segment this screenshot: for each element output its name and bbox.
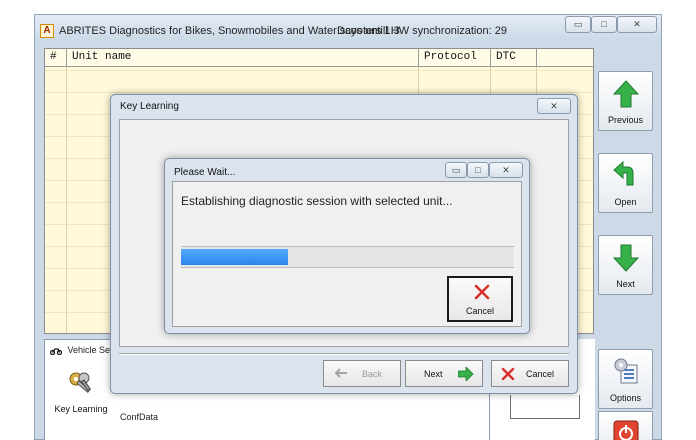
divider [119, 353, 569, 355]
open-label: Open [614, 197, 637, 207]
please-wait-minimize-button[interactable]: ▭ [445, 162, 467, 178]
table-header: # Unit name Protocol DTC [45, 49, 593, 67]
please-wait-dialog: Please Wait... ▭ □ ✕ Establishing diagno… [164, 158, 530, 334]
cancel-label: Cancel [526, 369, 555, 379]
options-button[interactable]: Options [598, 349, 653, 409]
open-arrow-icon [613, 161, 634, 186]
next-button[interactable]: Next [405, 360, 483, 387]
keys-icon [69, 372, 92, 394]
column-header-unit-name[interactable]: Unit name [67, 49, 419, 66]
please-wait-body: Establishing diagnostic session with sel… [172, 181, 522, 327]
column-divider [66, 67, 67, 333]
next-side-label: Next [616, 279, 635, 289]
progress-bar [181, 246, 514, 268]
cancel-x-icon [501, 367, 515, 381]
progress-fill [181, 249, 288, 265]
back-arrow-icon [334, 368, 347, 378]
options-label: Options [609, 393, 642, 403]
arrow-up-icon [613, 80, 639, 108]
key-learning-title: Key Learning [120, 101, 179, 112]
cancel-x-icon [474, 284, 490, 300]
cancel-button[interactable]: Cancel [491, 360, 569, 387]
key-learning-item[interactable]: Key Learning [50, 370, 112, 420]
maximize-button[interactable]: □ [591, 16, 617, 33]
please-wait-cancel-label: Cancel [465, 306, 494, 316]
power-button[interactable] [598, 411, 653, 440]
sync-status: Days untill HW synchronization: 29 [337, 25, 507, 37]
status-message: Establishing diagnostic session with sel… [181, 194, 453, 208]
motorcycle-icon [49, 348, 63, 355]
please-wait-title: Please Wait... [174, 167, 236, 178]
key-learning-label: Key Learning [54, 404, 108, 414]
please-wait-cancel-button[interactable]: Cancel [447, 276, 513, 322]
minimize-button[interactable]: ▭ [565, 16, 591, 33]
back-button[interactable]: Back [323, 360, 401, 387]
arrow-down-icon [613, 244, 639, 272]
close-button[interactable]: ✕ [617, 16, 657, 33]
key-learning-close-button[interactable]: ✕ [537, 98, 571, 114]
please-wait-maximize-button[interactable]: □ [467, 162, 489, 178]
back-label: Back [362, 369, 383, 379]
next-label: Next [424, 369, 443, 379]
previous-button[interactable]: Previous [598, 71, 653, 131]
confdata-label: ConfData [120, 412, 159, 422]
please-wait-close-button[interactable]: ✕ [489, 162, 523, 178]
hidden-button-edge [510, 395, 580, 419]
title-bar: A ABRITES Diagnostics for Bikes, Snowmob… [35, 15, 661, 43]
open-button[interactable]: Open [598, 153, 653, 213]
previous-label: Previous [607, 115, 643, 125]
power-icon [613, 420, 639, 440]
app-logo-icon: A [40, 24, 54, 38]
column-header-dtc[interactable]: DTC [491, 49, 537, 66]
next-side-button[interactable]: Next [598, 235, 653, 295]
column-header-protocol[interactable]: Protocol [419, 49, 491, 66]
next-arrow-icon [458, 367, 474, 381]
column-header-number[interactable]: # [45, 49, 67, 66]
options-icon [614, 358, 638, 384]
